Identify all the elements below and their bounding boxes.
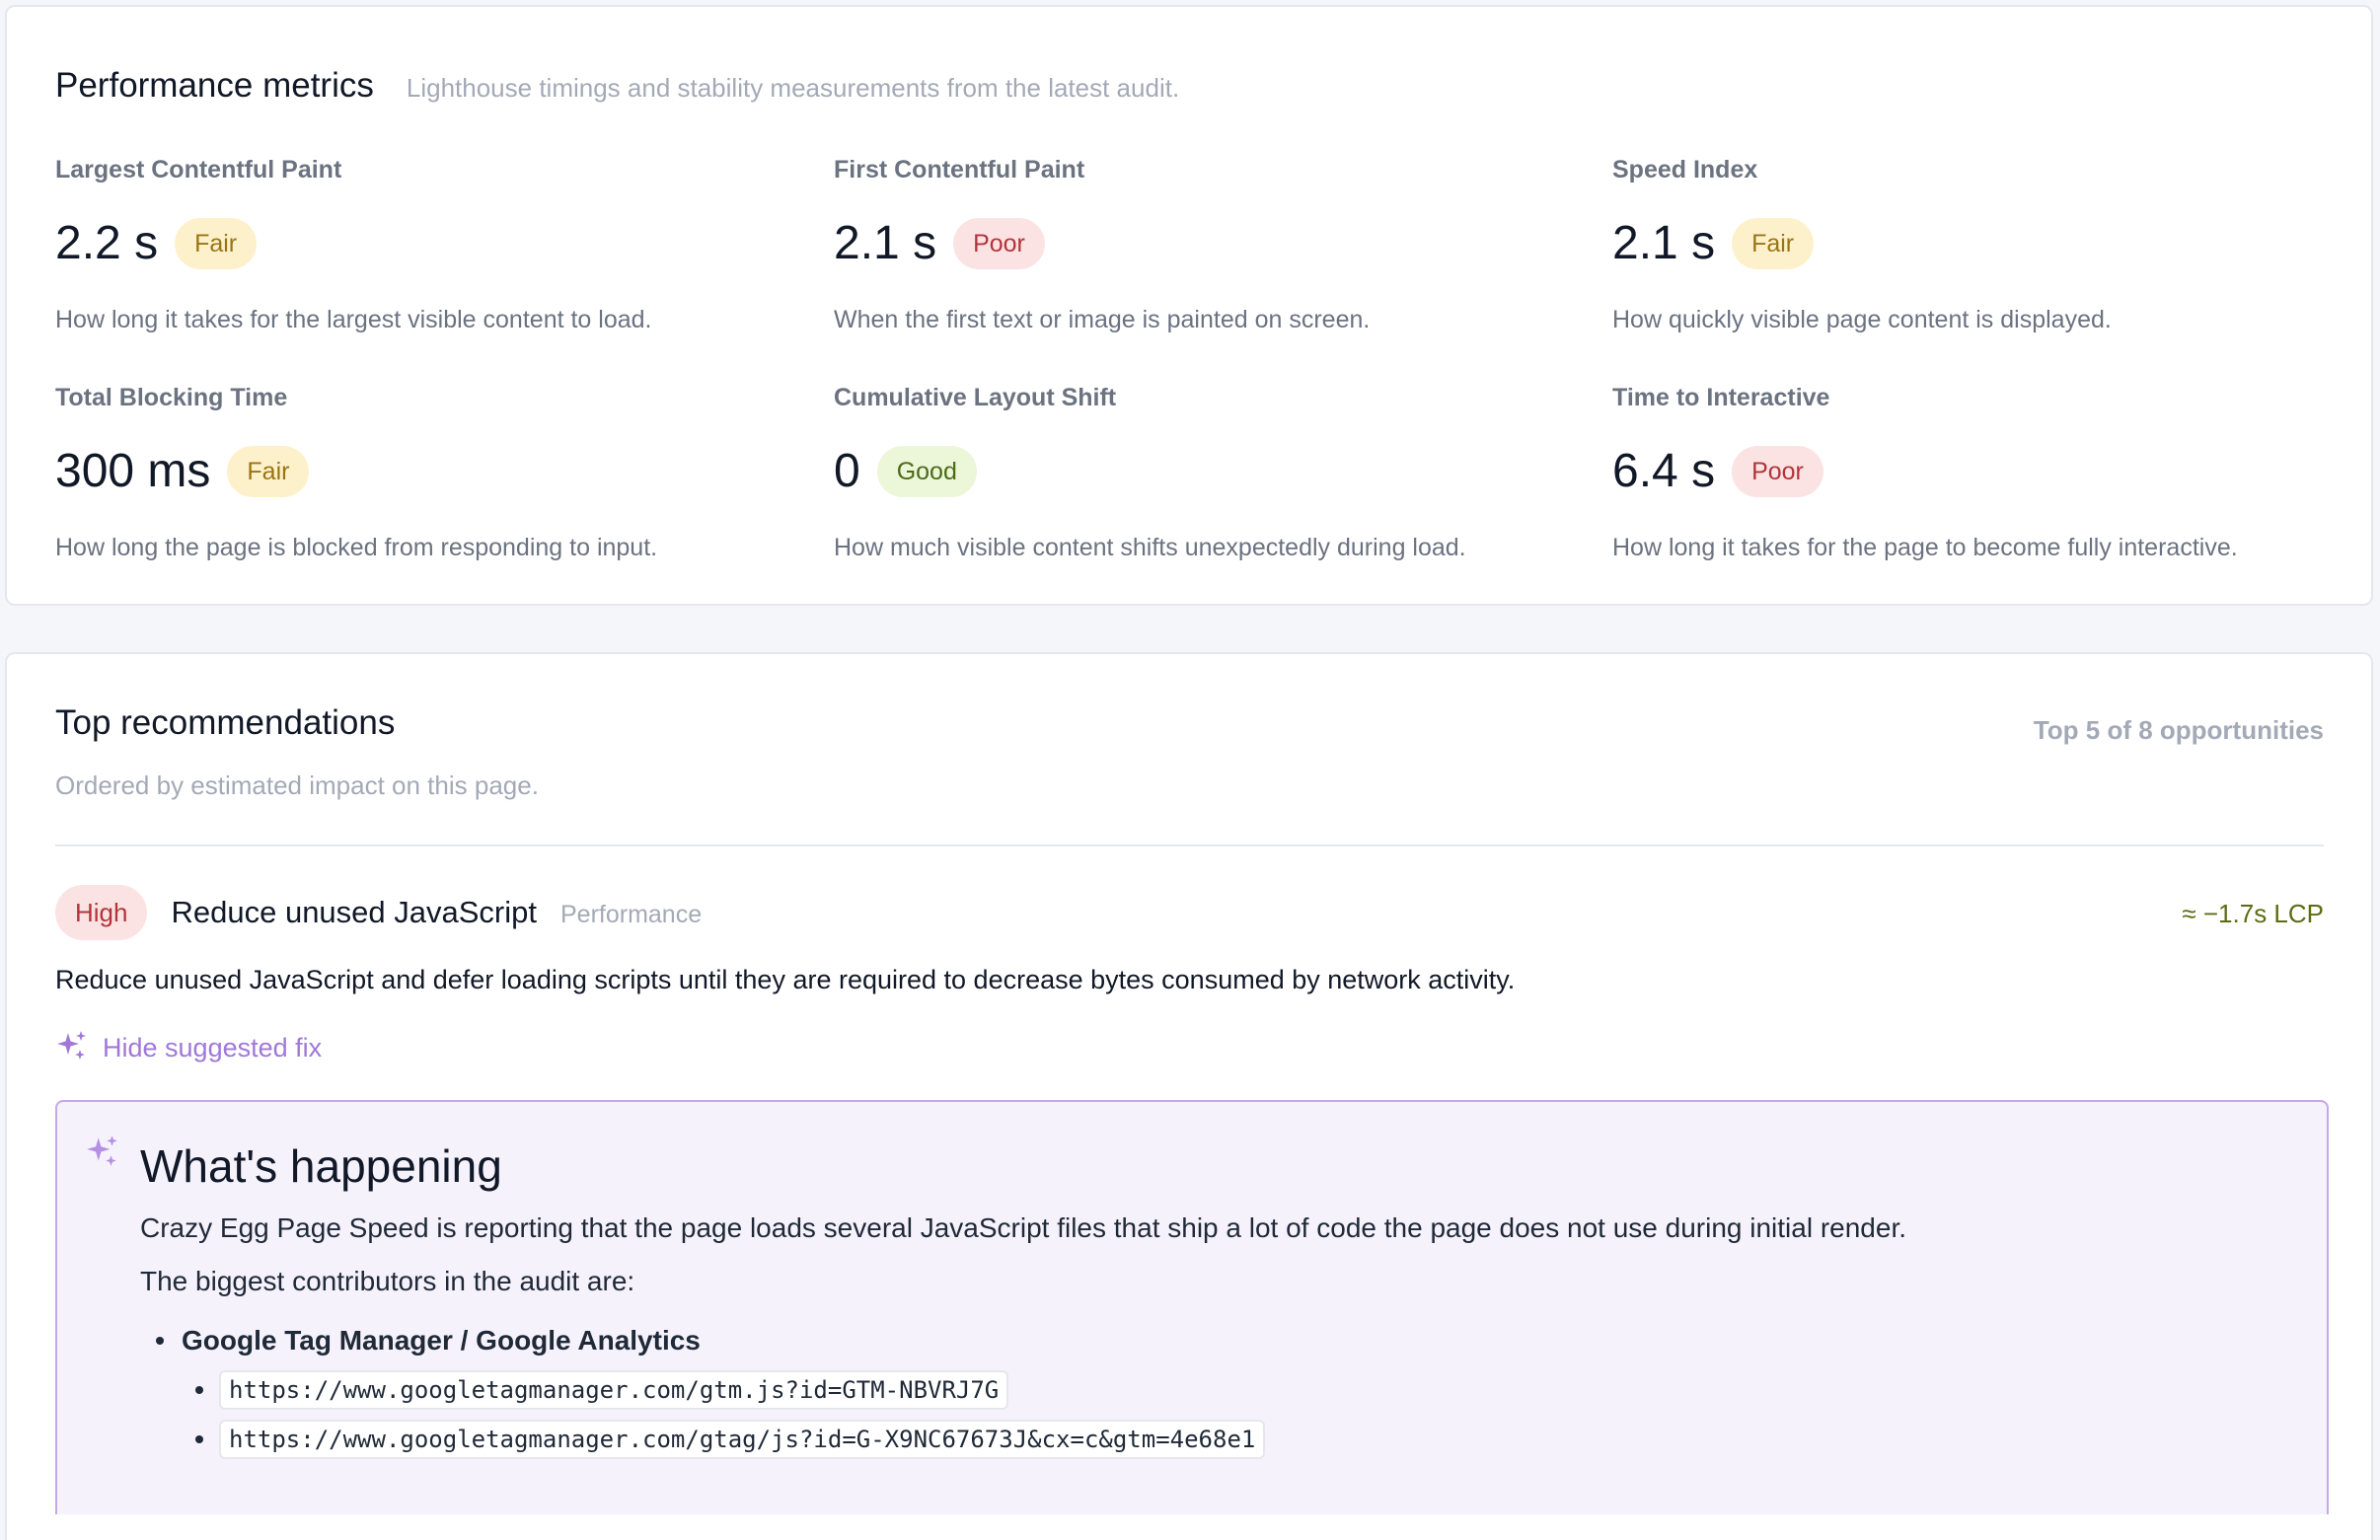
- fix-heading: What's happening: [140, 1140, 502, 1192]
- sparkles-icon: [55, 1029, 89, 1067]
- metric-value: 0: [834, 445, 860, 497]
- recommendation-category: Performance: [560, 900, 703, 928]
- script-url: https://www.googletagmanager.com/gtag/js…: [219, 1420, 1266, 1459]
- metric-label: Cumulative Layout Shift: [834, 384, 1117, 411]
- top-recommendations-card: Top recommendations Ordered by estimated…: [5, 652, 2373, 1540]
- hide-suggested-fix-button[interactable]: Hide suggested fix: [55, 1029, 322, 1067]
- metric-value: 2.1 s: [1612, 217, 1716, 269]
- metrics-subtitle: Lighthouse timings and stability measure…: [406, 73, 1180, 103]
- metric-value: 2.1 s: [834, 217, 937, 269]
- sparkles-icon: [85, 1134, 120, 1174]
- list-item: https://www.googletagmanager.com/gtm.js?…: [195, 1370, 1265, 1410]
- metric-description: How much visible content shifts unexpect…: [834, 534, 1466, 561]
- suggested-fix-panel: What's happening Crazy Egg Page Speed is…: [55, 1100, 2329, 1514]
- recommendations-title: Top recommendations: [55, 703, 396, 742]
- metric-label: Time to Interactive: [1612, 384, 1830, 411]
- opportunities-count: Top 5 of 8 opportunities: [2033, 715, 2324, 745]
- metric-lcp: Largest Contentful Paint 2.2 s Fair How …: [55, 153, 805, 336]
- metric-value: 2.2 s: [55, 217, 159, 269]
- list-item: https://www.googletagmanager.com/gtag/js…: [195, 1420, 1266, 1459]
- script-url: https://www.googletagmanager.com/gtm.js?…: [219, 1370, 1009, 1410]
- list-item: Google Tag Manager / Google Analytics: [140, 1321, 1265, 1360]
- metric-tti: Time to Interactive 6.4 s Poor How long …: [1612, 381, 2362, 564]
- fix-paragraph: Crazy Egg Page Speed is reporting that t…: [140, 1212, 1907, 1243]
- rating-badge: Poor: [953, 218, 1045, 269]
- divider: [55, 844, 2324, 846]
- metric-description: How quickly visible page content is disp…: [1612, 306, 2112, 333]
- metric-cls: Cumulative Layout Shift 0 Good How much …: [834, 381, 1584, 564]
- metric-description: How long it takes for the page to become…: [1612, 534, 2238, 561]
- metric-description: How long the page is blocked from respon…: [55, 534, 658, 561]
- metric-description: When the first text or image is painted …: [834, 306, 1371, 333]
- recommendation-description: Reduce unused JavaScript and defer loadi…: [55, 965, 1516, 994]
- performance-metrics-card: Performance metrics Lighthouse timings a…: [5, 5, 2373, 606]
- priority-badge: High: [55, 885, 148, 940]
- recommendation-title: Reduce unused JavaScript: [171, 895, 537, 929]
- contributor-name: Google Tag Manager / Google Analytics: [182, 1325, 701, 1356]
- bullet: [156, 1337, 164, 1345]
- rating-badge: Fair: [175, 218, 258, 269]
- estimated-impact: ≈ −1.7s LCP: [2182, 899, 2324, 928]
- metric-speed-index: Speed Index 2.1 s Fair How quickly visib…: [1612, 153, 2362, 336]
- metric-description: How long it takes for the largest visibl…: [55, 306, 652, 333]
- recommendations-subtitle: Ordered by estimated impact on this page…: [55, 770, 539, 800]
- bullet: [195, 1435, 203, 1443]
- metrics-header: Performance metrics Lighthouse timings a…: [55, 66, 1179, 106]
- rating-badge: Poor: [1732, 446, 1823, 497]
- fix-toggle-label: Hide suggested fix: [103, 1033, 323, 1063]
- rating-badge: Fair: [1732, 218, 1815, 269]
- metric-value: 6.4 s: [1612, 445, 1716, 497]
- metric-fcp: First Contentful Paint 2.1 s Poor When t…: [834, 153, 1584, 336]
- metric-label: Largest Contentful Paint: [55, 156, 342, 183]
- bullet: [195, 1386, 203, 1394]
- recommendation-header: High Reduce unused JavaScript Performanc…: [55, 885, 702, 940]
- metric-tbt: Total Blocking Time 300 ms Fair How long…: [55, 381, 805, 564]
- metrics-title: Performance metrics: [55, 66, 374, 105]
- contributors-list: Google Tag Manager / Google Analytics ht…: [140, 1321, 1266, 1459]
- metric-label: First Contentful Paint: [834, 156, 1085, 183]
- metric-value: 300 ms: [55, 445, 211, 497]
- metric-label: Speed Index: [1612, 156, 1758, 183]
- rating-badge: Fair: [227, 446, 310, 497]
- rating-badge: Good: [876, 446, 977, 497]
- metric-label: Total Blocking Time: [55, 384, 288, 411]
- fix-paragraph: The biggest contributors in the audit ar…: [140, 1266, 635, 1296]
